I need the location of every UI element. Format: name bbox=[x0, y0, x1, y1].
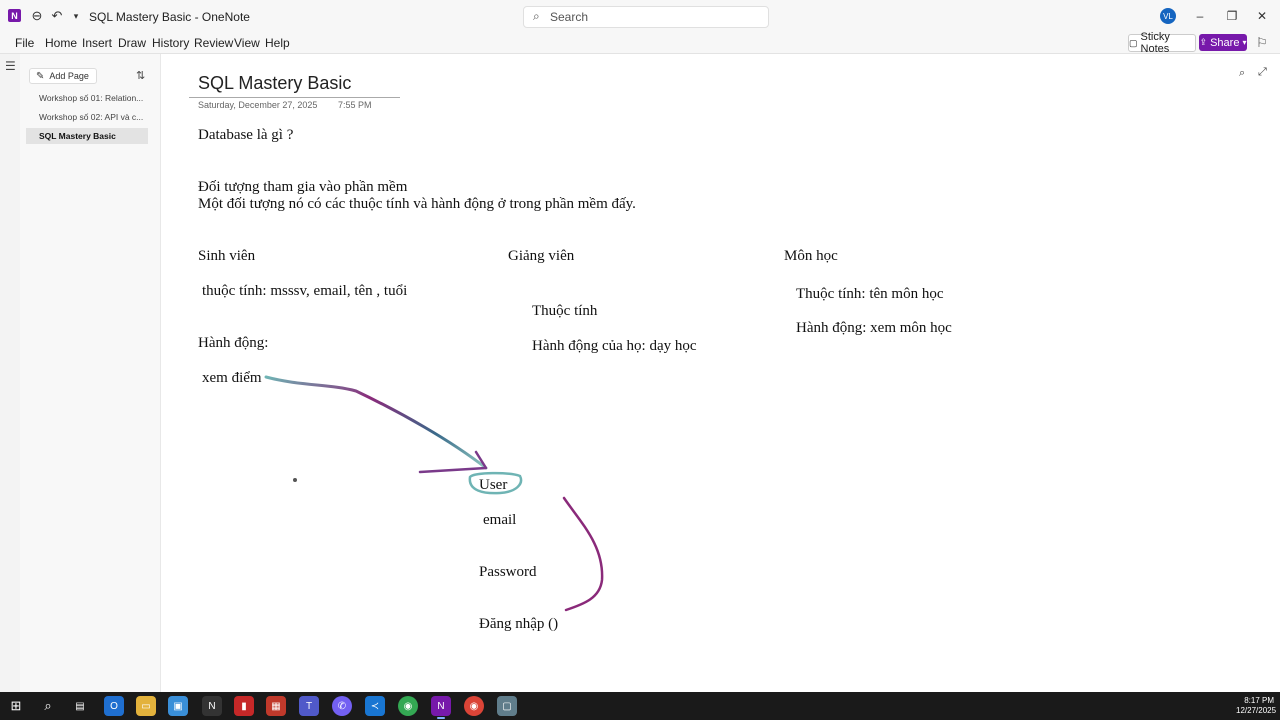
notion-icon[interactable]: N bbox=[202, 696, 222, 716]
app-toolbox-icon[interactable]: ▦ bbox=[266, 696, 286, 716]
file-explorer-icon[interactable]: ▭ bbox=[136, 696, 156, 716]
ink-dot bbox=[293, 478, 297, 482]
ink-drawing-layer bbox=[264, 375, 604, 612]
chrome-icon[interactable]: ◉ bbox=[398, 696, 418, 716]
app-window-icon[interactable]: ▢ bbox=[497, 696, 517, 716]
ink-bracket-stroke bbox=[562, 496, 604, 612]
chrome-profile-icon[interactable]: ◉ bbox=[464, 696, 484, 716]
task-view-icon[interactable]: ▤ bbox=[70, 696, 90, 716]
windows-start-icon[interactable]: ⊞ bbox=[6, 696, 26, 716]
taskbar-clock[interactable]: 8:17 PM 12/27/2025 bbox=[1236, 696, 1277, 716]
taskbar bbox=[0, 692, 1280, 720]
ink-arrow-stroke bbox=[264, 375, 488, 470]
teams-icon[interactable]: T bbox=[299, 696, 319, 716]
clock-date: 12/27/2025 bbox=[1236, 706, 1277, 715]
taskbar-search-icon[interactable]: ⌕ bbox=[38, 696, 58, 716]
viber-icon[interactable]: ✆ bbox=[332, 696, 352, 716]
clock-time: 8:17 PM bbox=[1244, 696, 1274, 705]
onenote-taskbar-icon[interactable]: N bbox=[431, 696, 451, 719]
store-icon[interactable]: ▣ bbox=[168, 696, 188, 716]
outlook-icon[interactable]: O bbox=[104, 696, 124, 716]
ink-circle-user bbox=[468, 471, 523, 495]
vscode-icon[interactable]: ≺ bbox=[365, 696, 385, 716]
app-red-icon[interactable]: ▮ bbox=[234, 696, 254, 716]
